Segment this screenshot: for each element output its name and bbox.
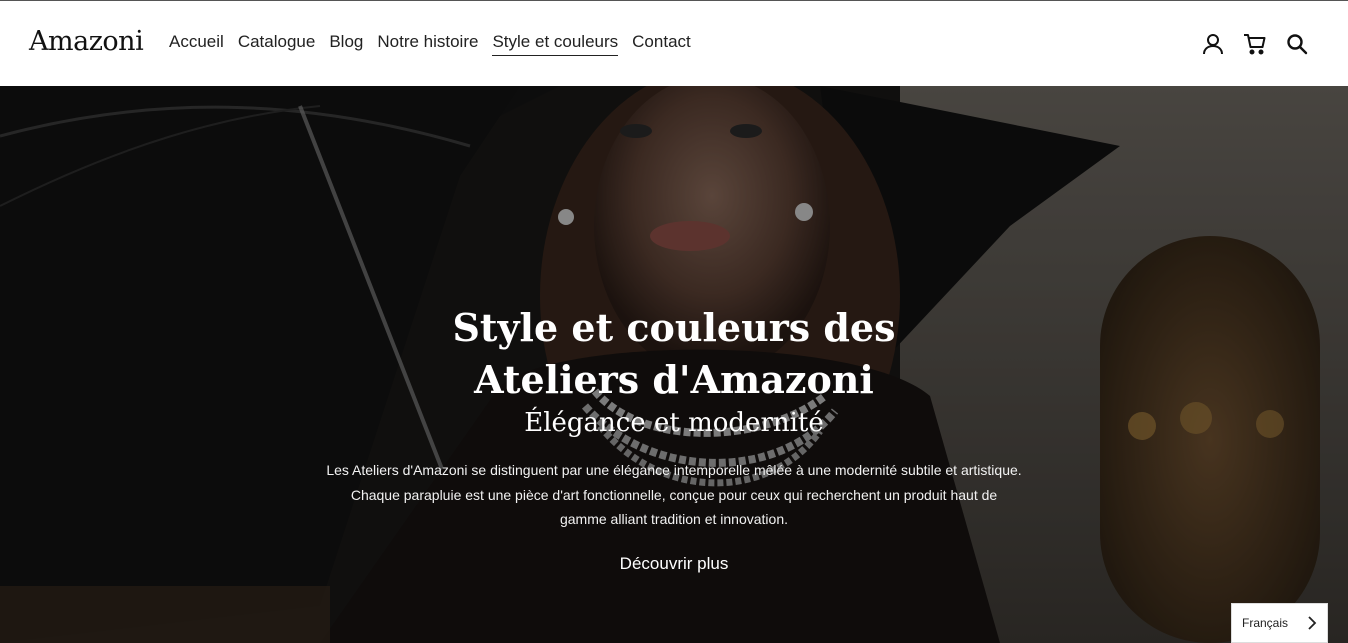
- main-nav: Accueil Catalogue Blog Notre histoire St…: [169, 32, 691, 56]
- hero-description: Les Ateliers d'Amazoni se distinguent pa…: [280, 458, 1068, 532]
- hero-title-line-1: Style et couleurs des: [452, 305, 896, 350]
- hero-title-line-2: Ateliers d'Amazoni: [474, 357, 874, 402]
- hero-description-line-1: Les Ateliers d'Amazoni se distinguent pa…: [326, 462, 1022, 478]
- header-icons: [1200, 31, 1310, 57]
- hero-description-line-2: Chaque parapluie est une pièce d'art fon…: [350, 486, 998, 503]
- hero-title: Style et couleurs des Ateliers d'Amazoni: [424, 302, 924, 406]
- nav-link-catalogue[interactable]: Catalogue: [238, 32, 316, 56]
- hero-banner: Style et couleurs des Ateliers d'Amazoni…: [0, 86, 1348, 643]
- hero-description-line-3: gamme alliant tradition et innovation.: [559, 511, 789, 527]
- hero-subtitle: Élégance et modernité: [524, 408, 824, 438]
- nav-link-contact[interactable]: Contact: [632, 32, 691, 56]
- cart-icon[interactable]: [1242, 31, 1268, 57]
- site-header: Amazoni Accueil Catalogue Blog Notre his…: [0, 1, 1348, 86]
- site-logo[interactable]: Amazoni: [29, 26, 144, 57]
- nav-link-notre-histoire[interactable]: Notre histoire: [377, 32, 478, 56]
- nav-link-accueil[interactable]: Accueil: [169, 32, 224, 56]
- chevron-right-icon: [1308, 616, 1317, 630]
- language-selector[interactable]: Français: [1231, 603, 1328, 643]
- language-selector-value: Français: [1242, 616, 1289, 630]
- nav-link-blog[interactable]: Blog: [329, 32, 363, 56]
- discover-more-button[interactable]: Découvrir plus: [590, 550, 758, 578]
- search-icon[interactable]: [1284, 31, 1310, 57]
- account-icon[interactable]: [1200, 31, 1226, 57]
- nav-link-style-et-couleurs[interactable]: Style et couleurs: [492, 32, 619, 56]
